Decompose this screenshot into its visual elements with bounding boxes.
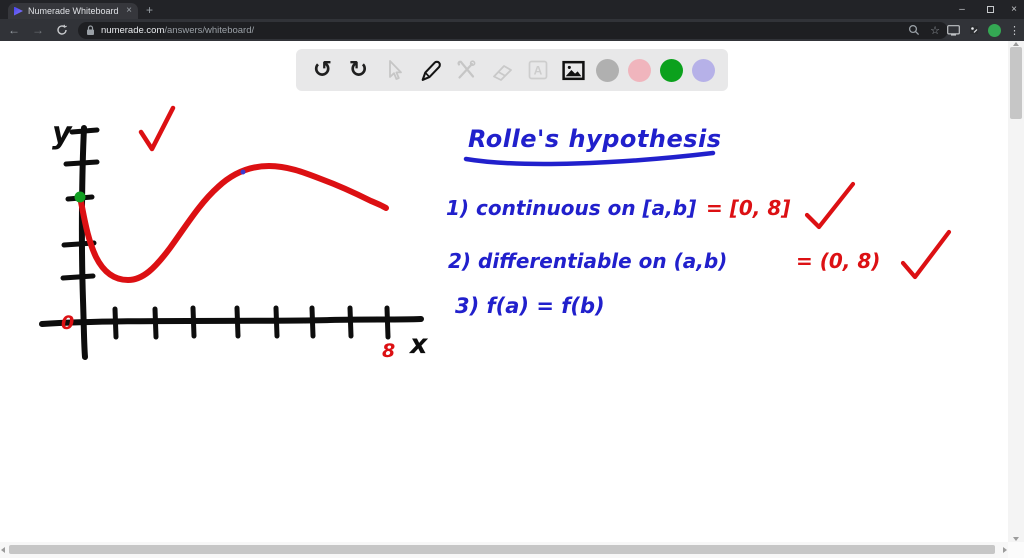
whiteboard-canvas[interactable]: y x 0 8 Rolle's hypothesis 1) continuous…: [0, 41, 1024, 542]
tools-button[interactable]: [453, 57, 480, 84]
maximize-icon: [986, 6, 994, 13]
cursor-icon: [389, 60, 403, 80]
y-tick: [60, 273, 96, 281]
note-item-3: 3) f(a) = f(b): [455, 294, 605, 318]
scroll-up-arrow-icon[interactable]: [1013, 42, 1019, 46]
y-axis-label: y: [52, 116, 73, 151]
notes-title-underline: [463, 150, 716, 167]
url-domain: numerade.com: [101, 24, 165, 36]
color-swatch-green[interactable]: [660, 58, 684, 82]
image-icon: [562, 60, 585, 80]
select-tool-button[interactable]: [381, 57, 408, 84]
eraser-tool-button[interactable]: [489, 57, 516, 84]
reload-icon: [57, 24, 67, 35]
text-tool-letter: A: [534, 64, 543, 78]
notes-title: Rolle's hypothesis: [468, 125, 722, 153]
browser-tab[interactable]: Numerade Whiteboard ×: [8, 3, 138, 19]
url-text: numerade.com/answers/whiteboard/: [101, 25, 254, 36]
undo-button[interactable]: ↺: [309, 57, 336, 84]
pen-icon: [421, 60, 441, 81]
bookmark-star-icon[interactable]: ☆: [930, 24, 940, 37]
vertical-scrollbar-thumb[interactable]: [1010, 47, 1022, 119]
browser-navbar: ← → numerade.com/answers/whiteboard/ ☆ ⋮: [0, 19, 1024, 41]
eraser-icon: [493, 65, 512, 81]
window-minimize-button[interactable]: –: [948, 0, 976, 19]
origin-label: 0: [61, 312, 74, 334]
back-button[interactable]: ←: [3, 19, 25, 41]
lock-icon: [87, 24, 94, 35]
y-tick: [63, 159, 100, 167]
reload-button[interactable]: [51, 19, 73, 41]
x-tick: [384, 305, 391, 340]
numerade-favicon: [14, 6, 23, 16]
scrollbar-corner: [1008, 542, 1024, 558]
x-axis-label: x: [408, 329, 429, 360]
new-tab-button[interactable]: +: [146, 4, 153, 16]
color-swatch-pink[interactable]: [628, 58, 652, 82]
x-tick: [347, 305, 354, 339]
note-checkmark-2: [900, 229, 952, 280]
address-bar[interactable]: numerade.com/answers/whiteboard/ ☆: [78, 21, 948, 39]
tab-title: Numerade Whiteboard: [28, 6, 119, 16]
horizontal-scrollbar[interactable]: [0, 542, 1008, 558]
scroll-left-arrow-icon[interactable]: [1, 547, 5, 553]
note-item-2-value: = (0, 8): [796, 249, 880, 273]
green-point: [74, 191, 86, 203]
drawing-toolbar: ↺ ↻ A: [296, 49, 728, 91]
zoom-icon[interactable]: [908, 24, 920, 36]
profile-avatar[interactable]: [988, 23, 1001, 37]
y-tick: [61, 240, 97, 248]
color-swatch-gray[interactable]: [596, 58, 620, 82]
note-item-1: 1) continuous on [a,b]: [446, 196, 696, 220]
redo-icon: ↻: [348, 56, 369, 83]
x-tick: [152, 306, 159, 340]
undo-icon: ↺: [312, 56, 333, 83]
url-path: /answers/whiteboard/: [164, 24, 255, 36]
extension-icon[interactable]: [968, 24, 980, 36]
y-axis-top-serif: [69, 127, 100, 135]
image-tool-button[interactable]: [560, 57, 587, 84]
browser-menu-icon[interactable]: ⋮: [1009, 24, 1020, 37]
cast-icon[interactable]: [947, 24, 960, 36]
redo-button[interactable]: ↻: [345, 57, 372, 84]
y-axis: [78, 125, 88, 360]
tab-close-icon[interactable]: ×: [126, 6, 132, 16]
x-tick: [190, 305, 197, 339]
graph-checkmark: [138, 105, 176, 152]
x-tick: [234, 305, 241, 339]
whiteboard-page: ↺ ↻ A y x 0 8 Rolle's hypothesis 1) cont…: [0, 41, 1024, 558]
note-item-2: 2) differentiable on (a,b): [448, 249, 727, 273]
y-tick: [65, 194, 95, 202]
horizontal-scrollbar-thumb[interactable]: [9, 545, 995, 554]
browser-titlebar: Numerade Whiteboard × + – ×: [0, 0, 1024, 19]
text-tool-button[interactable]: A: [524, 57, 551, 84]
scroll-right-arrow-icon[interactable]: [1003, 547, 1007, 553]
blue-dot: [240, 169, 246, 175]
x-axis: [39, 316, 424, 327]
pen-tool-button[interactable]: [417, 57, 444, 84]
function-curve: [77, 162, 389, 284]
scroll-down-arrow-icon[interactable]: [1013, 537, 1019, 541]
color-swatch-purple[interactable]: [691, 58, 715, 82]
crossed-tools-icon: [457, 60, 476, 79]
x-tick: [309, 305, 316, 339]
x-tick: [273, 305, 280, 339]
note-checkmark-1: [804, 181, 856, 230]
x-end-label: 8: [382, 340, 395, 362]
x-tick: [112, 306, 119, 340]
window-close-button[interactable]: ×: [1000, 0, 1024, 19]
text-tool-icon: A: [528, 60, 548, 80]
vertical-scrollbar[interactable]: [1008, 41, 1024, 542]
note-item-1-value: = [0, 8]: [706, 196, 790, 220]
forward-button[interactable]: →: [27, 19, 49, 41]
